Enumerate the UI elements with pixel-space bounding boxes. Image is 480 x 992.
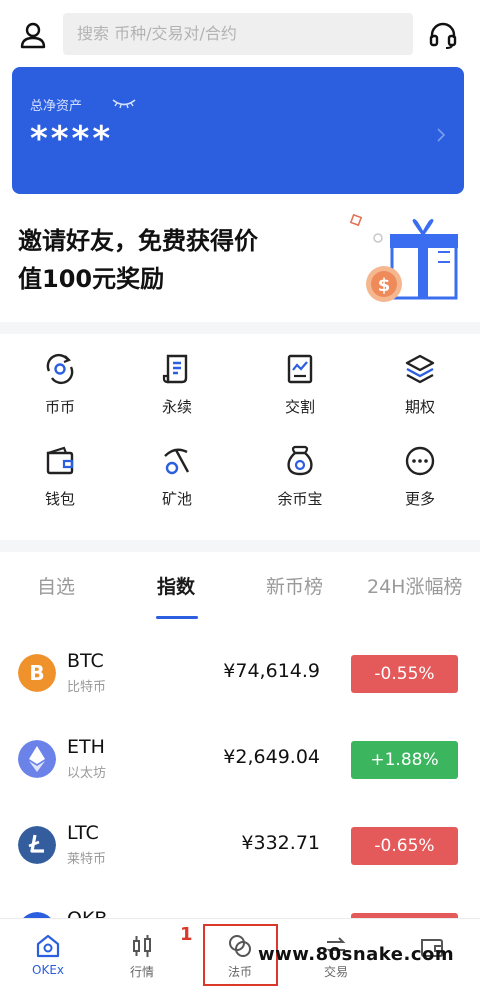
- eye-closed-icon[interactable]: [112, 97, 136, 109]
- menu-label: 更多: [404, 490, 435, 508]
- menu-item-options[interactable]: 期权: [360, 336, 480, 426]
- headset-icon[interactable]: [428, 20, 458, 50]
- nav-home[interactable]: OKEx: [0, 919, 96, 992]
- tab-new-coins[interactable]: 新币榜: [266, 572, 323, 599]
- menu-label: 矿池: [161, 490, 192, 508]
- section-divider: [0, 540, 480, 552]
- nav-label: 行情: [129, 965, 154, 979]
- coin-symbol: LTC: [67, 822, 99, 844]
- wallet-icon: [46, 446, 74, 475]
- top-bar: 搜索 币种/交易对/合约: [0, 0, 480, 66]
- change-badge[interactable]: +1.88%: [351, 741, 458, 779]
- coin-row-eth[interactable]: ETH 以太坊 ¥2,649.04 +1.88%: [0, 716, 480, 802]
- asset-card[interactable]: 总净资产 ****: [12, 67, 464, 194]
- asset-label: 总净资产: [30, 99, 83, 114]
- menu-item-perpetual[interactable]: 永续: [117, 336, 237, 426]
- nav-market[interactable]: 行情: [94, 919, 190, 992]
- coin-row-ltc[interactable]: LTC 莱特币 ¥332.71 -0.65%: [0, 802, 480, 888]
- menu-label: 永续: [161, 398, 192, 416]
- menu-label: 期权: [404, 398, 435, 416]
- change-badge[interactable]: -0.55%: [351, 655, 458, 693]
- svg-text:B: B: [29, 661, 44, 685]
- eth-logo-icon: [18, 740, 56, 778]
- tab-24h-gainers[interactable]: 24H涨幅榜: [367, 572, 462, 599]
- menu-item-savings[interactable]: 余币宝: [240, 428, 360, 518]
- gift-illustration: $: [349, 213, 458, 302]
- quick-menu: 币币 永续 交割 期权 钱包 矿池 余币宝 更多: [0, 336, 480, 536]
- coin-name: 比特币: [67, 680, 107, 695]
- change-badge[interactable]: -0.65%: [351, 827, 458, 865]
- menu-item-more[interactable]: 更多: [360, 428, 480, 518]
- menu-item-pool[interactable]: 矿池: [117, 428, 237, 518]
- coin-symbol: ETH: [67, 736, 105, 758]
- user-icon[interactable]: [18, 20, 48, 50]
- home-icon: [36, 934, 60, 958]
- invite-banner[interactable]: 邀请好友，免费获得价 值100元奖励 $: [0, 196, 480, 322]
- menu-item-futures[interactable]: 交割: [240, 336, 360, 426]
- coin-row-btc[interactable]: B BTC 比特币 ¥74,614.9 -0.55%: [0, 630, 480, 716]
- coin-symbol: BTC: [67, 650, 104, 672]
- step-number: 1: [180, 924, 193, 945]
- menu-label: 钱包: [44, 490, 75, 508]
- market-tabs: 自选 指数 新币榜 24H涨幅榜: [0, 556, 480, 620]
- btc-logo-icon: B: [18, 654, 56, 692]
- ltc-logo-icon: [18, 826, 56, 864]
- tab-index[interactable]: 指数: [157, 572, 195, 599]
- nav-label: OKEx: [32, 963, 64, 977]
- menu-label: 币币: [44, 398, 75, 416]
- watermark: www.80snake.com: [258, 944, 455, 965]
- menu-item-coin-trading[interactable]: 币币: [0, 336, 120, 426]
- menu-item-wallet[interactable]: 钱包: [0, 428, 120, 518]
- layers-icon: [405, 354, 435, 384]
- search-input[interactable]: 搜索 币种/交易对/合约: [63, 13, 413, 55]
- coin-price: ¥2,649.04: [223, 746, 320, 768]
- coin-price: ¥332.71: [241, 832, 320, 854]
- invite-title: 邀请好友，免费获得价 值100元奖励: [18, 227, 258, 293]
- money-bag-icon: [287, 445, 313, 476]
- pickaxe-icon: [164, 448, 190, 475]
- coin-name: 以太坊: [67, 766, 107, 781]
- coin-price: ¥74,614.9: [223, 660, 320, 682]
- asset-value: ****: [30, 119, 114, 159]
- menu-label: 余币宝: [277, 490, 323, 508]
- chart-doc-icon: [287, 354, 313, 384]
- coin-swap-icon: [46, 353, 74, 385]
- active-tab-indicator: [156, 616, 198, 619]
- nav-label: 交易: [323, 965, 348, 979]
- chevron-right-icon: [437, 128, 446, 142]
- menu-label: 交割: [284, 398, 315, 416]
- coin-name: 莱特币: [67, 852, 107, 867]
- tab-favorites[interactable]: 自选: [37, 572, 75, 599]
- section-divider: [0, 322, 480, 334]
- svg-text:$: $: [378, 275, 391, 296]
- more-icon: [405, 446, 435, 476]
- document-icon: [162, 354, 188, 384]
- candlestick-icon: [133, 935, 151, 957]
